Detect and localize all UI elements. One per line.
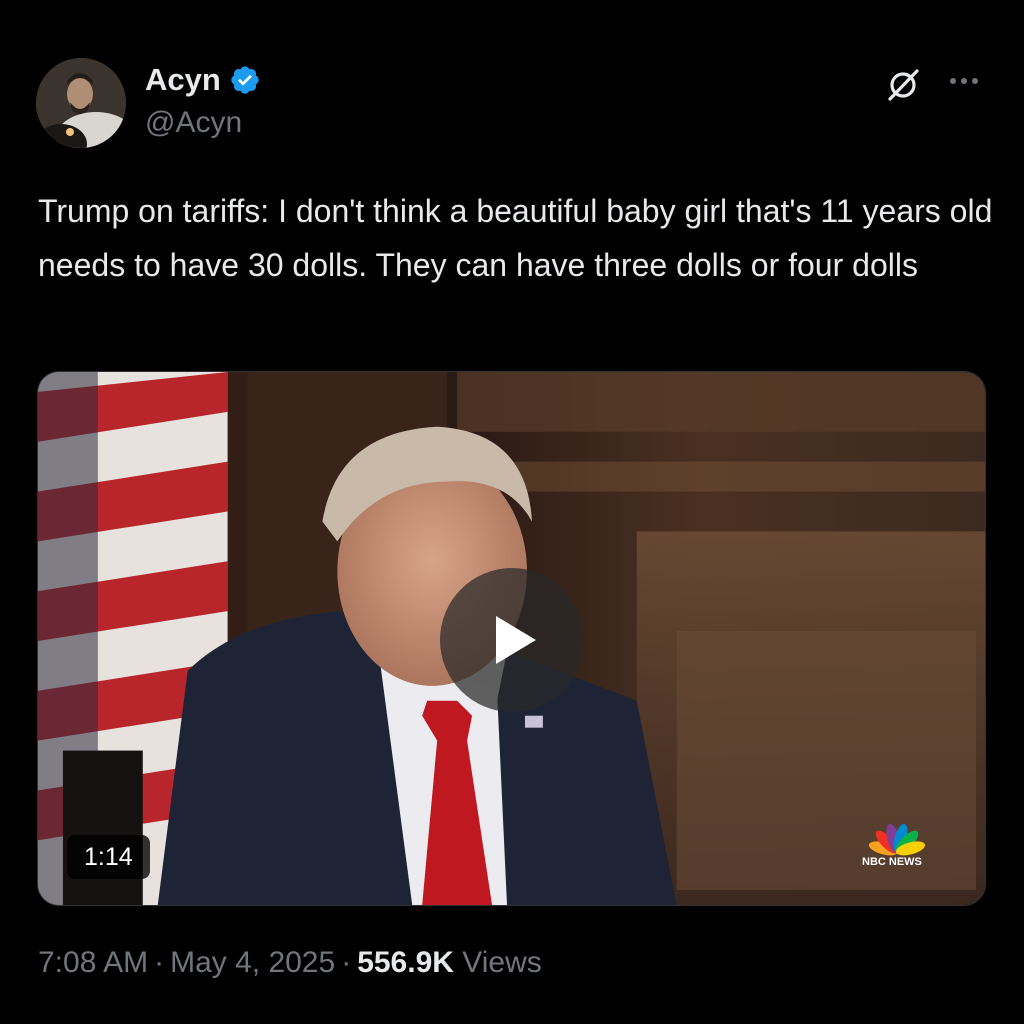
author-display-name[interactable]: Acyn [145, 62, 221, 98]
video-duration-badge: 1:14 [67, 835, 150, 879]
play-button[interactable] [440, 568, 584, 712]
video-player[interactable]: 1:14 NBC NEWS [37, 371, 986, 906]
author-handle[interactable]: @Acyn [145, 106, 242, 140]
nbc-news-watermark: NBC NEWS [862, 856, 922, 868]
tweet-time[interactable]: 7:08 AM [38, 946, 148, 979]
meta-separator: · [154, 946, 165, 979]
more-options-icon[interactable] [944, 66, 984, 96]
play-icon [496, 616, 536, 664]
views-count: 556.9K [357, 946, 454, 979]
meta-separator: · [341, 946, 352, 979]
tweet[interactable]: Acyn @Acyn Trump on tariffs: I don't thi… [0, 0, 1024, 1024]
views-label: Views [462, 946, 542, 979]
author-avatar[interactable] [36, 58, 126, 148]
grok-icon[interactable] [884, 66, 922, 104]
tweet-text: Trump on tariffs: I don't think a beauti… [38, 193, 993, 283]
verified-badge-icon[interactable] [229, 64, 261, 96]
tweet-meta: 7:08 AM · May 4, 2025 · 556.9K Views [38, 946, 542, 980]
author-name-row: Acyn [145, 62, 261, 98]
avatar-image [36, 58, 126, 148]
tweet-date[interactable]: May 4, 2025 [170, 946, 335, 979]
